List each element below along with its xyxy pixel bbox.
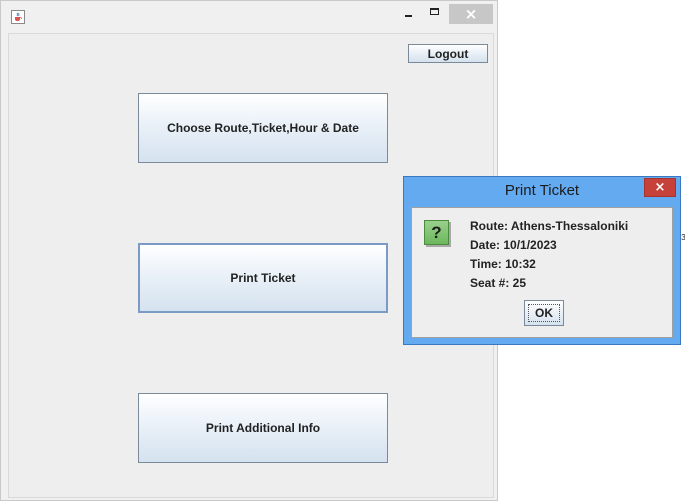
main-titlebar[interactable]: × xyxy=(1,1,497,29)
seat-line: Seat #: 25 xyxy=(470,276,527,290)
dialog-body: ? Route: Athens-Thessaloniki Date: 10/1/… xyxy=(411,207,673,338)
time-line: Time: 10:32 xyxy=(470,257,536,271)
print-ticket-dialog: Print Ticket × ? Route: Athens-Thessalon… xyxy=(403,176,681,345)
maximize-button[interactable] xyxy=(423,4,447,24)
route-line: Route: Athens-Thessaloniki xyxy=(470,219,629,233)
background-fragment: з xyxy=(681,231,685,243)
ok-button[interactable]: OK xyxy=(524,300,564,326)
ok-label: OK xyxy=(528,304,560,322)
close-button[interactable]: × xyxy=(449,4,493,24)
dialog-title: Print Ticket xyxy=(504,182,580,199)
java-cup-icon xyxy=(11,10,25,24)
date-line: Date: 10/1/2023 xyxy=(470,238,557,252)
choose-route-button[interactable]: Choose Route,Ticket,Hour & Date xyxy=(138,93,388,163)
print-ticket-button[interactable]: Print Ticket xyxy=(138,243,388,313)
question-icon: ? xyxy=(424,220,449,245)
close-icon: × xyxy=(654,180,666,195)
close-icon: × xyxy=(464,5,478,23)
minimize-button[interactable] xyxy=(397,4,421,24)
dialog-close-button[interactable]: × xyxy=(644,178,676,197)
logout-button[interactable]: Logout xyxy=(408,44,488,63)
print-additional-info-button[interactable]: Print Additional Info xyxy=(138,393,388,463)
